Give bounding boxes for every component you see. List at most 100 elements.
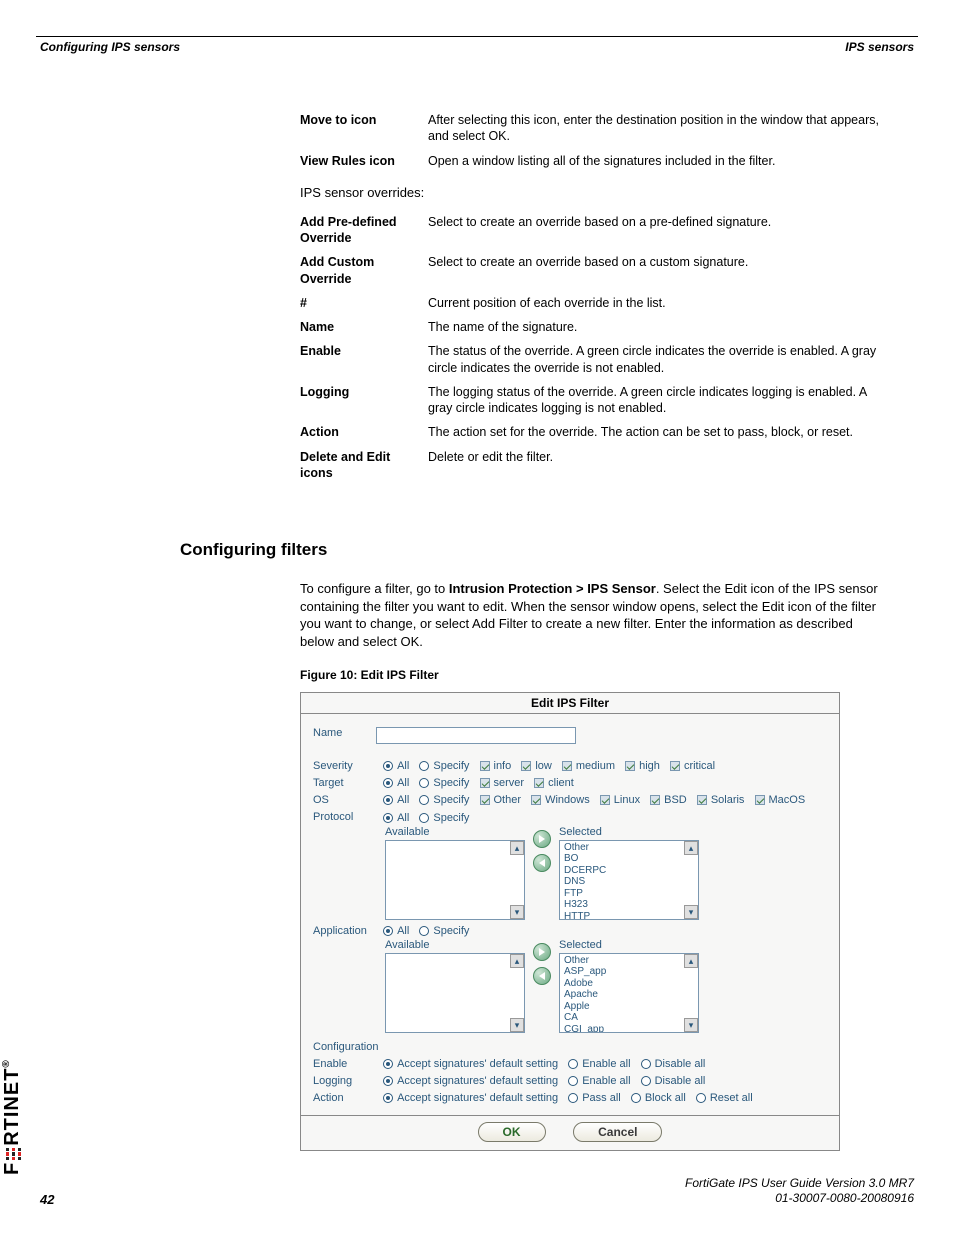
radio-specify-icon[interactable] [419, 795, 429, 805]
radio-icon[interactable] [641, 1076, 651, 1086]
radio-icon[interactable] [568, 1059, 578, 1069]
checkbox-icon[interactable] [755, 795, 765, 805]
checkbox-icon[interactable] [670, 761, 680, 771]
selected-listbox[interactable]: ▴ Other BO DCERPC DNS FTP H323 HTTP [559, 840, 699, 920]
footer-line2: 01-30007-0080-20080916 [685, 1191, 914, 1207]
def-row: View Rules icon Open a window listing al… [300, 149, 880, 173]
radio-icon[interactable] [383, 1059, 393, 1069]
logging-label: Logging [313, 1075, 373, 1087]
list-item[interactable]: HTTP [564, 911, 682, 920]
checkbox-icon[interactable] [480, 761, 490, 771]
scroll-down-icon[interactable]: ▾ [684, 1018, 698, 1032]
def-desc: Select to create an override based on a … [428, 210, 880, 251]
radio-all-icon[interactable] [383, 926, 393, 936]
radio-all-icon[interactable] [383, 778, 393, 788]
move-left-icon[interactable] [533, 967, 551, 985]
radio-all-icon[interactable] [383, 795, 393, 805]
checkbox-icon[interactable] [697, 795, 707, 805]
list-item[interactable]: Other [564, 842, 682, 854]
list-item[interactable]: DCERPC [564, 865, 682, 877]
def-term: Logging [300, 380, 428, 421]
radio-specify-icon[interactable] [419, 778, 429, 788]
radio-icon[interactable] [383, 1093, 393, 1103]
list-item[interactable]: Adobe [564, 978, 682, 990]
move-left-icon[interactable] [533, 854, 551, 872]
scroll-up-icon[interactable]: ▴ [510, 841, 524, 855]
def-desc: Open a window listing all of the signatu… [428, 149, 880, 173]
move-right-icon[interactable] [533, 830, 551, 848]
checkbox-icon[interactable] [480, 778, 490, 788]
radio-icon[interactable] [568, 1076, 578, 1086]
configuration-heading: Configuration [313, 1041, 827, 1053]
list-item[interactable]: BO [564, 853, 682, 865]
cancel-button[interactable]: Cancel [573, 1122, 662, 1142]
scroll-up-icon[interactable]: ▴ [510, 954, 524, 968]
radio-all-icon[interactable] [383, 761, 393, 771]
opt-label: info [494, 760, 512, 772]
selected-listbox[interactable]: ▴ Other ASP_app Adobe Apache Apple CA CG… [559, 953, 699, 1033]
name-input[interactable] [376, 727, 576, 744]
def-desc: Current position of each override in the… [428, 291, 880, 315]
list-item[interactable]: FTP [564, 888, 682, 900]
scroll-down-icon[interactable]: ▾ [510, 905, 524, 919]
available-col: Available ▴ ▾ [385, 826, 525, 920]
document-page: Configuring IPS sensors IPS sensors Move… [0, 0, 954, 1235]
scroll-down-icon[interactable]: ▾ [684, 905, 698, 919]
scroll-up-icon[interactable]: ▴ [684, 954, 698, 968]
config-logging-row: Logging Accept signatures' default setti… [313, 1075, 827, 1087]
radio-specify-label: Specify [433, 925, 469, 937]
radio-specify-label: Specify [433, 777, 469, 789]
list-item[interactable]: Apache [564, 989, 682, 1001]
list-item[interactable]: ASP_app [564, 966, 682, 978]
checkbox-icon[interactable] [650, 795, 660, 805]
config-enable-row: Enable Accept signatures' default settin… [313, 1058, 827, 1070]
ok-button[interactable]: OK [478, 1122, 546, 1142]
radio-icon[interactable] [383, 1076, 393, 1086]
def-term: Action [300, 420, 428, 444]
opt-label: Other [494, 794, 522, 806]
opt-label: critical [684, 760, 715, 772]
def-desc: The name of the signature. [428, 315, 880, 339]
checkbox-icon[interactable] [521, 761, 531, 771]
checkbox-icon[interactable] [562, 761, 572, 771]
available-listbox[interactable]: ▴ ▾ [385, 953, 525, 1033]
opt-label: Enable all [582, 1075, 630, 1087]
available-listbox[interactable]: ▴ ▾ [385, 840, 525, 920]
name-row: Name [313, 727, 827, 744]
enable-label: Enable [313, 1058, 373, 1070]
list-item[interactable]: CA [564, 1012, 682, 1024]
application-row: Application All Specify Available ▴ ▾ [313, 925, 827, 1033]
list-item[interactable]: CGI_app [564, 1024, 682, 1033]
radio-specify-icon[interactable] [419, 813, 429, 823]
radio-specify-label: Specify [433, 760, 469, 772]
section-body: To configure a filter, go to Intrusion P… [300, 570, 880, 1151]
radio-specify-icon[interactable] [419, 761, 429, 771]
def-term: View Rules icon [300, 149, 428, 173]
list-item[interactable]: H323 [564, 899, 682, 911]
radio-icon[interactable] [641, 1059, 651, 1069]
list-item[interactable]: Other [564, 955, 682, 967]
radio-all-label: All [397, 925, 409, 937]
opt-label: Windows [545, 794, 590, 806]
def-term: Add Custom Override [300, 250, 428, 291]
checkbox-icon[interactable] [531, 795, 541, 805]
para-bold: Intrusion Protection > IPS Sensor [449, 581, 656, 596]
radio-all-icon[interactable] [383, 813, 393, 823]
checkbox-icon[interactable] [625, 761, 635, 771]
list-item[interactable]: DNS [564, 876, 682, 888]
def-desc: The action set for the override. The act… [428, 420, 880, 444]
scroll-up-icon[interactable]: ▴ [684, 841, 698, 855]
radio-all-label: All [397, 812, 409, 824]
application-lists: Available ▴ ▾ Selected [385, 939, 827, 1033]
list-item[interactable]: Apple [564, 1001, 682, 1013]
checkbox-icon[interactable] [534, 778, 544, 788]
radio-specify-icon[interactable] [419, 926, 429, 936]
radio-icon[interactable] [568, 1093, 578, 1103]
radio-icon[interactable] [631, 1093, 641, 1103]
scroll-down-icon[interactable]: ▾ [510, 1018, 524, 1032]
config-action-row: Action Accept signatures' default settin… [313, 1092, 827, 1104]
move-right-icon[interactable] [533, 943, 551, 961]
radio-icon[interactable] [696, 1093, 706, 1103]
checkbox-icon[interactable] [480, 795, 490, 805]
checkbox-icon[interactable] [600, 795, 610, 805]
